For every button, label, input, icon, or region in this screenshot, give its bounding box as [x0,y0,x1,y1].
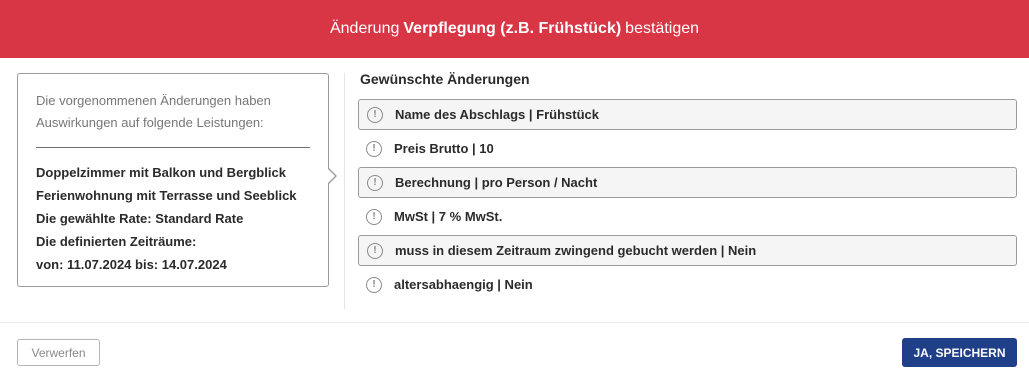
header-suffix: bestätigen [625,20,700,37]
change-row: ! muss in diesem Zeitraum zwingend gebuc… [358,235,1017,266]
impact-item: Die definierten Zeiträume: [36,234,197,249]
change-row-text: altersabhaengig | Nein [394,277,533,292]
info-exclamation-icon: ! [366,140,382,157]
change-row-text: muss in diesem Zeitraum zwingend gebucht… [395,243,757,258]
change-row: ! MwSt | 7 % MwSt. [358,201,1017,232]
info-exclamation-icon: ! [367,106,383,123]
impact-item: Ferienwohnung mit Terrasse und Seeblick [36,188,297,203]
footer-divider [0,322,1029,323]
impact-item: Die gewählte Rate: Standard Rate [36,211,244,226]
impact-panel: Die vorgenommenen Änderungen haben Auswi… [17,73,329,287]
header-subject: Verpflegung (z.B. Frühstück) [403,20,622,37]
discard-button[interactable]: Verwerfen [17,339,100,366]
impact-intro-line: Die vorgenommenen Änderungen haben [36,93,271,108]
impact-intro: Die vorgenommenen Änderungen haben Auswi… [36,90,310,134]
change-row: ! Berechnung | pro Person / Nacht [358,167,1017,198]
impact-intro-line: Auswirkungen auf folgende Leistungen: [36,115,264,130]
change-row-text: MwSt | 7 % MwSt. [394,209,503,224]
column-divider [344,73,345,309]
change-row-text: Preis Brutto | 10 [394,141,494,156]
impact-item: Doppelzimmer mit Balkon und Bergblick [36,165,286,180]
save-button[interactable]: JA, SPEICHERN [902,338,1017,367]
impact-item: von: 11.07.2024 bis: 14.07.2024 [36,257,227,272]
dialog-header: Änderung Verpflegung (z.B. Frühstück) be… [0,0,1029,58]
change-row-text: Name des Abschlags | Frühstück [395,107,599,122]
change-row-text: Berechnung | pro Person / Nacht [395,175,598,190]
impact-list: Doppelzimmer mit Balkon und Bergblick Fe… [36,161,310,276]
header-prefix: Änderung [329,20,400,37]
panel-pointer-arrow-fill [327,168,335,184]
info-exclamation-icon: ! [366,276,382,293]
changes-list: ! Name des Abschlags | Frühstück ! Preis… [358,99,1017,303]
impact-divider [36,147,310,148]
change-row: ! Name des Abschlags | Frühstück [358,99,1017,130]
info-exclamation-icon: ! [367,174,383,191]
changes-title: Gewünschte Änderungen [360,71,530,87]
change-row: ! Preis Brutto | 10 [358,133,1017,164]
info-exclamation-icon: ! [367,242,383,259]
info-exclamation-icon: ! [366,208,382,225]
change-row: ! altersabhaengig | Nein [358,269,1017,300]
